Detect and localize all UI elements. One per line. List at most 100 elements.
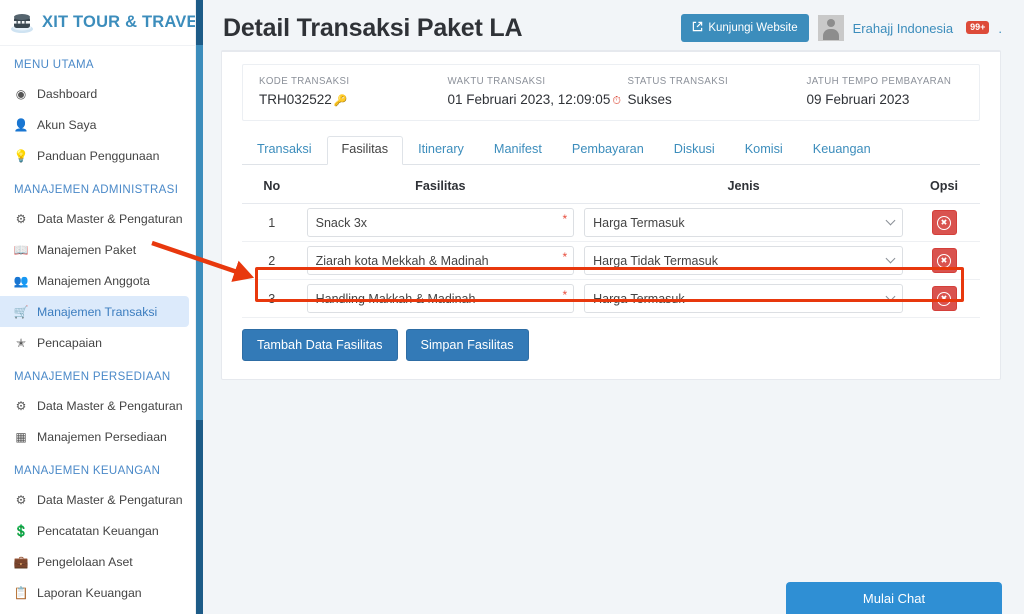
tab-pembayaran[interactable]: Pembayaran (557, 136, 659, 165)
brand-name: XIT TOUR & TRAVEL (42, 13, 196, 31)
cart-icon: 🛒 (13, 304, 29, 319)
fasilitas-input[interactable] (306, 208, 575, 237)
sidebar-item-pencatatan-keuangan[interactable]: 💲 Pencatatan Keuangan (0, 515, 189, 546)
sidebar-item-label: Manajemen Paket (37, 242, 137, 257)
opsi-cell: ✖ (908, 279, 980, 318)
row-number: 2 (242, 241, 302, 280)
info-value: TRH032522 🔑 (259, 92, 431, 107)
sidebar-item-dashboard[interactable]: ◉ Dashboard (0, 78, 189, 109)
external-link-icon (692, 21, 703, 35)
sidebar-item-laporan-keuangan[interactable]: 📋 Laporan Keuangan (0, 577, 189, 608)
money-icon: 💲 (13, 523, 29, 538)
gears-icon: ⚙ (15, 492, 27, 507)
sidebar-item-manajemen-paket[interactable]: 📖 Manajemen Paket (0, 234, 189, 265)
tab-transaksi[interactable]: Transaksi (242, 136, 327, 165)
topbar-right-group: Kunjungi Website Erahajj Indonesia 99+ . (681, 14, 1002, 42)
fasilitas-input-wrapper: * (306, 246, 575, 275)
required-marker: * (562, 212, 568, 226)
sidebar-item-label: Laporan Keuangan (37, 585, 142, 600)
sidebar-item-manajemen-persediaan[interactable]: ▦ Manajemen Persediaan (0, 421, 189, 452)
sidebar-item-panduan-penggunaan[interactable]: 💡 Panduan Penggunaan (0, 140, 189, 171)
tab-diskusi[interactable]: Diskusi (659, 136, 730, 165)
gears-icon: ⚙ (15, 211, 27, 226)
fasilitas-cell: * (301, 203, 580, 242)
fasilitas-input-wrapper: * (306, 208, 575, 237)
circle-x-icon: ✖ (937, 291, 952, 306)
jenis-select-wrapper: Harga TermasukHarga Tidak Termasuk (584, 208, 904, 237)
sidebar-item-label: Pencatatan Keuangan (37, 523, 159, 538)
tab-manifest[interactable]: Manifest (479, 136, 557, 165)
jenis-cell: Harga TermasukHarga Tidak Termasuk (579, 241, 909, 280)
user-name[interactable]: Erahajj Indonesia (853, 21, 953, 36)
info-value-text: 09 Februari 2023 (806, 92, 910, 107)
sidebar: XIT TOUR & TRAVEL MENU UTAMA ◉ Dashboard 👤 A… (0, 0, 196, 614)
jenis-cell: Harga TermasukHarga Tidak Termasuk (579, 279, 909, 318)
save-fasilitas-button[interactable]: Simpan Fasilitas (405, 329, 529, 361)
visit-website-button[interactable]: Kunjungi Website (681, 14, 809, 42)
sidebar-nav: MENU UTAMA ◉ Dashboard 👤 Akun Saya 💡 Panduan P… (0, 46, 195, 608)
sidebar-item-manajemen-anggota[interactable]: 👥 Manajemen Anggota (0, 265, 189, 296)
tab-komisi[interactable]: Komisi (730, 136, 798, 165)
avatar[interactable] (817, 15, 844, 41)
tab-fasilitas[interactable]: Fasilitas (326, 136, 404, 165)
sidebar-item-data-master-pengaturan[interactable]: ⚙ Data Master & Pengaturan (0, 390, 189, 421)
sidebar-scrollbar-thumb[interactable] (196, 45, 203, 420)
top-bar: Detail Transaksi Paket LA Kunjungi Websi… (203, 0, 1024, 56)
sidebar-item-label: Data Master & Pengaturan (37, 211, 183, 226)
sidebar-item-akun-saya[interactable]: 👤 Akun Saya (0, 109, 189, 140)
sidebar-item-label: Manajemen Persediaan (37, 429, 167, 444)
info-value-text: 01 Februari 2023, 12:09:05 (447, 92, 611, 107)
fasilitas-input[interactable] (306, 284, 575, 313)
sidebar-item-data-master-pengaturan[interactable]: ⚙ Data Master & Pengaturan (0, 484, 189, 515)
info-field-status-transaksi: STATUS TRANSAKSI Sukses (611, 76, 790, 108)
opsi-cell: ✖ (908, 241, 980, 280)
visit-website-label: Kunjungi Website (708, 22, 798, 34)
sidebar-item-data-master-pengaturan[interactable]: ⚙ Data Master & Pengaturan (0, 203, 189, 234)
notification-badge[interactable]: 99+ (966, 20, 990, 34)
sidebar-item-pengelolaan-aset[interactable]: 💼 Pengelolaan Aset (0, 546, 189, 577)
sidebar-item-manajemen-transaksi[interactable]: 🛒 Manajemen Transaksi (0, 296, 189, 327)
fasilitas-input[interactable] (306, 246, 575, 275)
add-fasilitas-button[interactable]: Tambah Data Fasilitas (242, 329, 398, 361)
delete-row-button[interactable]: ✖ (931, 286, 957, 311)
column-header-no: No (242, 171, 302, 204)
required-marker: * (562, 250, 568, 264)
delete-row-button[interactable]: ✖ (931, 248, 957, 273)
book-icon: 📖 (13, 242, 29, 257)
row-number: 3 (242, 279, 302, 318)
jenis-select[interactable]: Harga TermasukHarga Tidak Termasuk (584, 284, 904, 313)
report-icon: 📋 (13, 585, 29, 600)
sidebar-item-pencapaian[interactable]: ✭ Pencapaian (0, 327, 189, 358)
table-body: 1 * Harga TermasukHarga Tidak Termasuk ✖ 2 * H… (242, 203, 980, 318)
sidebar-item-label: Manajemen Transaksi (37, 304, 158, 319)
brand-logo-area[interactable]: XIT TOUR & TRAVEL (0, 0, 195, 46)
table-header-row: No Fasilitas Jenis Opsi (242, 171, 980, 204)
delete-row-button[interactable]: ✖ (931, 210, 957, 235)
tab-itinerary[interactable]: Itinerary (403, 136, 479, 165)
jenis-cell: Harga TermasukHarga Tidak Termasuk (579, 203, 909, 242)
info-value-text: Sukses (627, 92, 672, 107)
key-icon[interactable]: 🔑 (334, 95, 348, 107)
circle-x-icon: ✖ (937, 253, 952, 268)
info-label: WAKTU TRANSAKSI (447, 76, 546, 87)
action-button-row: Tambah Data Fasilitas Simpan Fasilitas (242, 329, 980, 361)
column-header-fasilitas: Fasilitas (301, 171, 580, 204)
info-label: STATUS TRANSAKSI (627, 76, 729, 87)
fasilitas-table: No Fasilitas Jenis Opsi 1 * Harga Termasuk… (242, 171, 980, 318)
jenis-select[interactable]: Harga TermasukHarga Tidak Termasuk (584, 208, 904, 237)
info-field-kode-transaksi: KODE TRANSAKSI TRH032522 🔑 (243, 76, 431, 108)
sidebar-item-label: Data Master & Pengaturan (37, 398, 183, 413)
transaction-info-box: KODE TRANSAKSI TRH032522 🔑 WAKTU TRANSAKSI 0… (242, 64, 980, 121)
sidebar-item-label: Dashboard (37, 86, 98, 101)
fasilitas-cell: * (301, 241, 580, 280)
tab-bar: Transaksi Fasilitas Itinerary Manifest Pemba… (242, 135, 980, 165)
sidebar-section-header: MANAJEMEN PERSEDIAAN (14, 371, 171, 383)
jenis-select[interactable]: Harga TermasukHarga Tidak Termasuk (584, 246, 904, 275)
info-label: KODE TRANSAKSI (259, 76, 350, 87)
sidebar-section-header: MANAJEMEN ADMINISTRASI (14, 184, 179, 196)
start-chat-button[interactable]: Mulai Chat (786, 582, 1002, 614)
users-icon: 👥 (13, 273, 29, 288)
detail-card: KODE TRANSAKSI TRH032522 🔑 WAKTU TRANSAKSI 0… (221, 50, 1001, 380)
tab-keuangan[interactable]: Keuangan (798, 136, 886, 165)
gears-icon: ⚙ (15, 398, 27, 413)
